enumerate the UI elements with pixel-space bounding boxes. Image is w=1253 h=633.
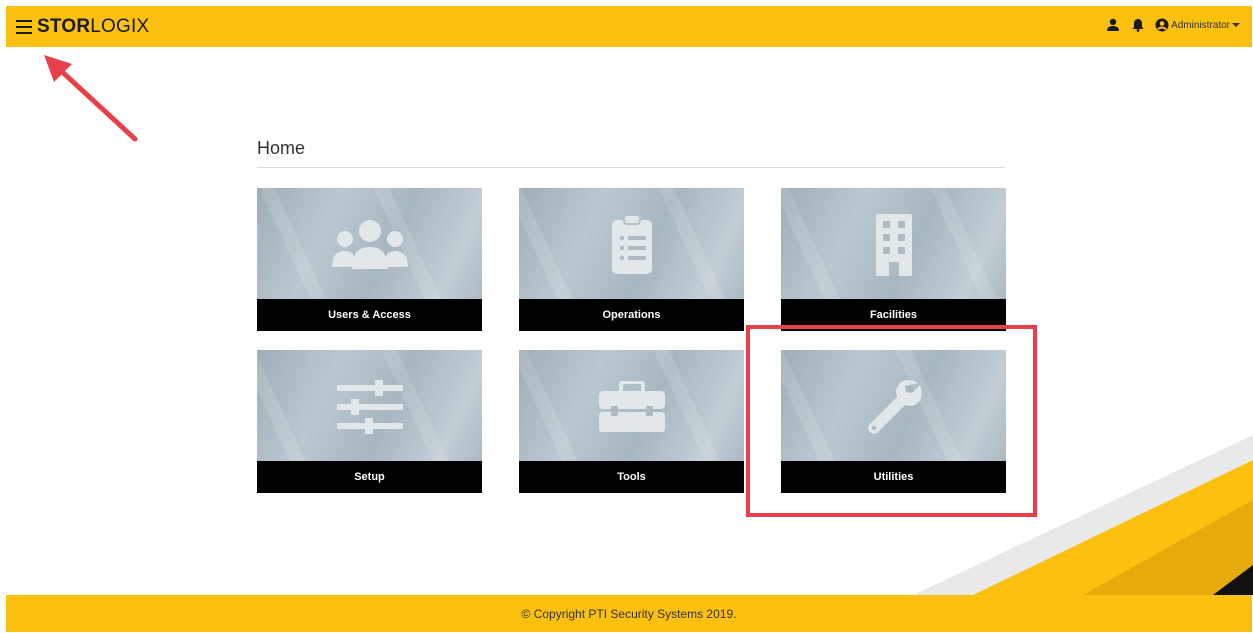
toolbox-icon: [519, 372, 744, 442]
user-icon[interactable]: [1105, 17, 1121, 33]
tile-label: Users & Access: [257, 299, 482, 331]
user-circle-icon: [1155, 18, 1169, 32]
caret-down-icon: [1232, 23, 1240, 27]
building-icon: [781, 210, 1006, 280]
tile-operations[interactable]: Operations: [519, 188, 744, 331]
user-menu-dropdown[interactable]: Administrator: [1155, 18, 1240, 32]
tile-setup[interactable]: Setup: [257, 350, 482, 493]
tile-facilities[interactable]: Facilities: [781, 188, 1006, 331]
tile-label: Operations: [519, 299, 744, 331]
tile-label: Facilities: [781, 299, 1006, 331]
title-divider: [257, 167, 1005, 168]
annotation-arrow-icon: [44, 55, 138, 142]
top-navbar: STORLOGIX Administrator: [6, 6, 1252, 47]
copyright-text: © Copyright PTI Security Systems 2019.: [521, 606, 737, 621]
footer: © Copyright PTI Security Systems 2019.: [6, 595, 1252, 632]
user-menu-label: Administrator: [1171, 19, 1230, 31]
brand-logo-bold: STOR: [37, 16, 91, 37]
brand-logo-rest: LOGIX: [90, 16, 150, 37]
hamburger-menu-icon[interactable]: [16, 17, 32, 35]
tile-tools[interactable]: Tools: [519, 350, 744, 493]
bell-icon[interactable]: [1130, 17, 1146, 33]
tile-users-access[interactable]: Users & Access: [257, 188, 482, 331]
header-actions: Administrator: [1105, 17, 1240, 33]
tile-label: Setup: [257, 461, 482, 493]
clipboard-list-icon: [519, 210, 744, 280]
page-title: Home: [257, 138, 306, 158]
tile-label: Tools: [519, 461, 744, 493]
users-icon: [257, 210, 482, 280]
sliders-icon: [257, 372, 482, 442]
corner-decoration: [913, 435, 1253, 595]
brand-logo[interactable]: STORLOGIX: [37, 16, 149, 38]
